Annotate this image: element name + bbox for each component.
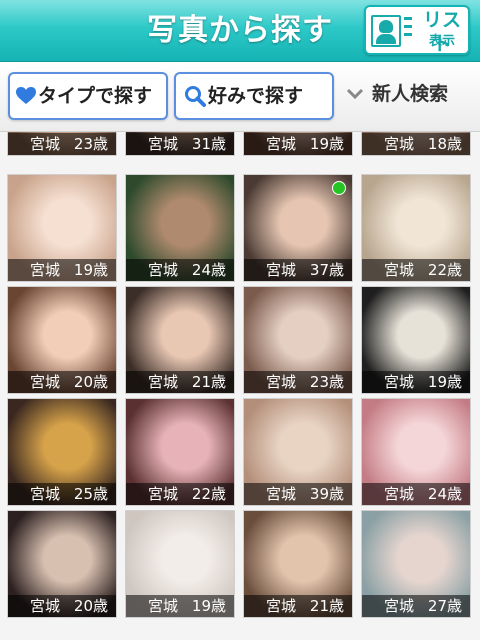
profile-info-bar: 宮城 20歳 xyxy=(8,371,116,393)
profile-thumbnail[interactable]: 宮城 37歳 xyxy=(243,174,353,282)
profile-prefecture: 宮城 xyxy=(148,261,179,279)
profile-prefecture: 宮城 xyxy=(384,597,415,615)
profile-info-bar: 宮城 22歳 xyxy=(126,483,234,505)
profile-age: 25歳 xyxy=(73,485,108,503)
profile-prefecture: 宮城 xyxy=(148,485,179,503)
profile-age: 20歳 xyxy=(73,373,108,391)
photo-grid: 宮城 23歳 宮城 31歳 宮城 19歳 宮城 18歳 宮城 19歳 宮城 24歳 宮城 37歳 宮城 22歳… xyxy=(0,132,480,640)
search-icon xyxy=(185,86,206,107)
profile-thumbnail[interactable]: 宮城 27歳 xyxy=(361,510,471,618)
profile-age: 39歳 xyxy=(309,485,344,503)
new-member-search-dropdown[interactable]: 新人検索 xyxy=(342,72,476,120)
profile-prefecture: 宮城 xyxy=(148,373,179,391)
profile-prefecture: 宮城 xyxy=(266,135,297,153)
profile-info-bar: 宮城 22歳 xyxy=(362,259,470,281)
profile-prefecture: 宮城 xyxy=(30,597,61,615)
profile-thumbnail[interactable]: 宮城 24歳 xyxy=(125,174,235,282)
profile-age: 24歳 xyxy=(191,261,226,279)
profile-prefecture: 宮城 xyxy=(148,597,179,615)
profile-age: 21歳 xyxy=(191,373,226,391)
profile-thumbnail[interactable]: 宮城 24歳 xyxy=(361,398,471,506)
heart-icon xyxy=(16,87,36,104)
profile-info-bar: 宮城 27歳 xyxy=(362,595,470,617)
app-header: 写真から探す リスト 表示 xyxy=(0,0,480,62)
search-by-preference-button[interactable]: 好みで探す xyxy=(174,72,334,120)
profile-age: 23歳 xyxy=(309,373,344,391)
profile-thumbnail[interactable]: 宮城 19歳 xyxy=(243,132,353,156)
profile-age: 21歳 xyxy=(309,597,344,615)
profile-thumbnail[interactable]: 宮城 25歳 xyxy=(7,398,117,506)
profile-age: 22歳 xyxy=(191,485,226,503)
profile-age: 20歳 xyxy=(73,597,108,615)
profile-prefecture: 宮城 xyxy=(384,135,415,153)
profile-thumbnail[interactable]: 宮城 18歳 xyxy=(361,132,471,156)
profile-prefecture: 宮城 xyxy=(148,135,179,153)
profile-prefecture: 宮城 xyxy=(30,261,61,279)
list-view-button[interactable]: リスト 表示 xyxy=(364,5,470,55)
profile-age: 31歳 xyxy=(191,135,226,153)
profile-prefecture: 宮城 xyxy=(266,485,297,503)
profile-prefecture: 宮城 xyxy=(266,261,297,279)
new-member-search-label: 新人検索 xyxy=(372,83,449,105)
profile-info-bar: 宮城 25歳 xyxy=(8,483,116,505)
profile-prefecture: 宮城 xyxy=(384,373,415,391)
profile-info-bar: 宮城 18歳 xyxy=(362,133,470,155)
list-card-icon xyxy=(371,15,401,47)
profile-info-bar: 宮城 19歳 xyxy=(362,371,470,393)
profile-info-bar: 宮城 31歳 xyxy=(126,133,234,155)
online-status-icon xyxy=(332,181,346,195)
profile-thumbnail[interactable]: 宮城 22歳 xyxy=(125,398,235,506)
profile-info-bar: 宮城 24歳 xyxy=(362,483,470,505)
profile-thumbnail[interactable]: 宮城 20歳 xyxy=(7,510,117,618)
profile-info-bar: 宮城 20歳 xyxy=(8,595,116,617)
profile-age: 18歳 xyxy=(427,135,462,153)
profile-prefecture: 宮城 xyxy=(30,135,61,153)
profile-thumbnail[interactable]: 宮城 19歳 xyxy=(125,510,235,618)
profile-info-bar: 宮城 21歳 xyxy=(126,371,234,393)
profile-prefecture: 宮城 xyxy=(384,485,415,503)
profile-info-bar: 宮城 23歳 xyxy=(244,371,352,393)
profile-info-bar: 宮城 23歳 xyxy=(8,133,116,155)
profile-prefecture: 宮城 xyxy=(384,261,415,279)
profile-info-bar: 宮城 19歳 xyxy=(126,595,234,617)
profile-thumbnail[interactable]: 宮城 21歳 xyxy=(243,510,353,618)
profile-info-bar: 宮城 37歳 xyxy=(244,259,352,281)
profile-prefecture: 宮城 xyxy=(30,373,61,391)
profile-thumbnail[interactable]: 宮城 31歳 xyxy=(125,132,235,156)
profile-info-bar: 宮城 19歳 xyxy=(8,259,116,281)
profile-age: 19歳 xyxy=(309,135,344,153)
profile-thumbnail[interactable]: 宮城 39歳 xyxy=(243,398,353,506)
profile-age: 23歳 xyxy=(73,135,108,153)
profile-info-bar: 宮城 21歳 xyxy=(244,595,352,617)
profile-prefecture: 宮城 xyxy=(266,597,297,615)
chevron-down-icon xyxy=(346,88,364,100)
profile-info-bar: 宮城 19歳 xyxy=(244,133,352,155)
profile-thumbnail[interactable]: 宮城 19歳 xyxy=(361,286,471,394)
profile-prefecture: 宮城 xyxy=(30,485,61,503)
profile-thumbnail[interactable]: 宮城 21歳 xyxy=(125,286,235,394)
profile-age: 27歳 xyxy=(427,597,462,615)
profile-age: 37歳 xyxy=(309,261,344,279)
search-by-type-label: タイプで探す xyxy=(38,85,153,107)
profile-thumbnail[interactable]: 宮城 19歳 xyxy=(7,174,117,282)
search-tabs-bar: タイプで探す 好みで探す 新人検索 xyxy=(0,62,480,132)
profile-thumbnail[interactable]: 宮城 23歳 xyxy=(7,132,117,156)
profile-thumbnail[interactable]: 宮城 23歳 xyxy=(243,286,353,394)
search-by-type-button[interactable]: タイプで探す xyxy=(8,72,168,120)
profile-thumbnail[interactable]: 宮城 20歳 xyxy=(7,286,117,394)
profile-age: 19歳 xyxy=(191,597,226,615)
search-by-preference-label: 好みで探す xyxy=(208,85,304,107)
profile-age: 24歳 xyxy=(427,485,462,503)
profile-age: 19歳 xyxy=(427,373,462,391)
profile-info-bar: 宮城 24歳 xyxy=(126,259,234,281)
profile-thumbnail[interactable]: 宮城 22歳 xyxy=(361,174,471,282)
profile-info-bar: 宮城 39歳 xyxy=(244,483,352,505)
profile-age: 22歳 xyxy=(427,261,462,279)
list-lines-icon xyxy=(404,17,412,41)
list-button-sublabel: 表示 xyxy=(428,34,455,49)
profile-prefecture: 宮城 xyxy=(266,373,297,391)
profile-age: 19歳 xyxy=(73,261,108,279)
